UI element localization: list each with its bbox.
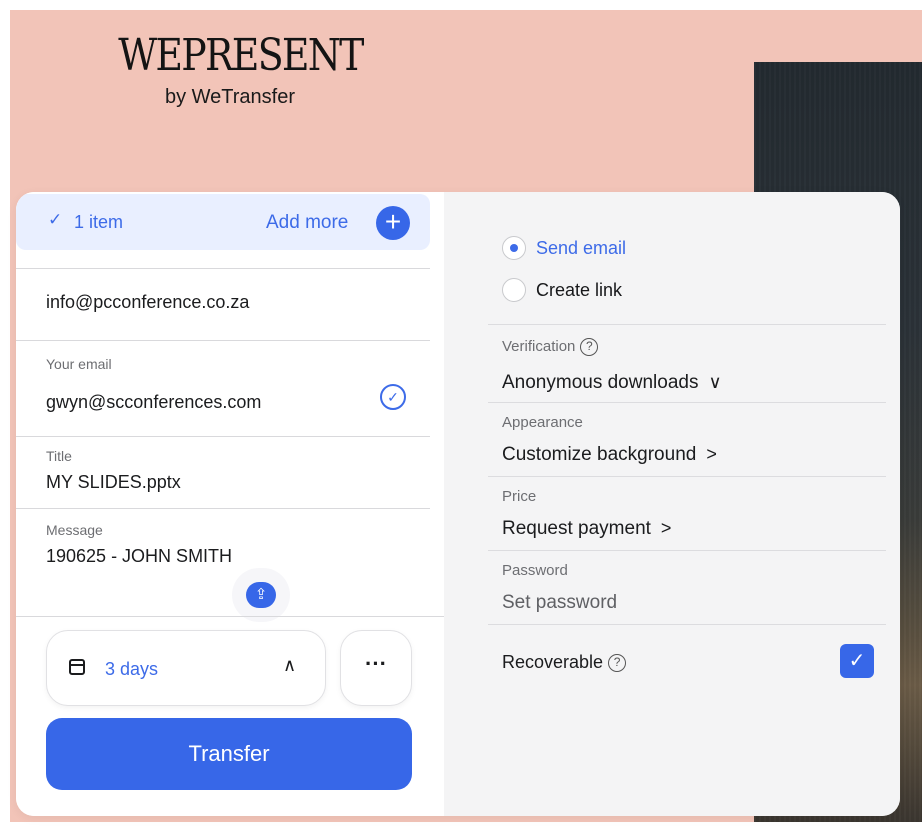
expiry-label: 3 days [105,659,159,679]
divider [488,550,886,551]
chevron-right-icon: > [660,518,672,538]
create-link-radio[interactable] [502,278,526,302]
verification-value: Anonymous downloads [502,372,699,393]
price-value: Request payment [502,518,651,539]
recoverable-checkbox[interactable]: ✓ [840,644,874,678]
customize-background-link[interactable]: Customize background > [502,444,717,466]
request-payment-link[interactable]: Request payment > [502,518,671,540]
divider [16,340,430,341]
divider [488,476,886,477]
divider [488,402,886,403]
transfer-button[interactable]: Transfer [46,718,412,790]
calendar-icon [69,659,85,675]
chevron-right-icon: > [706,444,717,464]
appearance-label: Appearance [502,414,583,431]
items-bar[interactable]: ✓ 1 item Add more + [16,194,430,250]
send-email-radio[interactable] [502,236,526,260]
send-email-label[interactable]: Send email [536,238,626,259]
transfer-options-panel: Send email Create link Verification? Ano… [444,192,900,816]
transfer-card: ✓ 1 item Add more + info@pcconference.co… [16,192,900,816]
items-count[interactable]: 1 item [74,212,123,233]
recoverable-row: Recoverable? [502,652,627,673]
check-icon: ✓ [48,210,63,229]
message-label: Message [46,522,103,538]
help-icon[interactable]: ? [580,338,599,357]
password-label: Password [502,562,568,579]
wepresent-logo[interactable]: WEPRESENT by WeTransfer [100,28,364,109]
help-icon[interactable]: ? [608,654,627,673]
verification-dropdown[interactable]: Anonymous downloads ∨ [502,372,722,394]
verification-label-row: Verification? [502,338,599,357]
add-more-link[interactable]: Add more [266,212,348,234]
divider [16,616,444,617]
create-link-label[interactable]: Create link [536,280,622,301]
your-email-field[interactable]: gwyn@scconferences.com [46,392,261,413]
transfer-form-panel: ✓ 1 item Add more + info@pcconference.co… [16,192,444,816]
verification-label: Verification [502,338,576,355]
divider [16,508,430,509]
divider [488,624,886,625]
divider [16,268,430,269]
recipient-email-field[interactable]: info@pcconference.co.za [46,292,249,313]
password-field[interactable]: Set password [502,592,617,614]
chevron-down-icon: ∨ [708,372,722,392]
logo-wordmark: WEPRESENT [118,30,364,81]
verified-check-icon: ✓ [380,384,406,410]
recoverable-label: Recoverable [502,652,604,672]
title-field[interactable]: MY SLIDES.pptx [46,472,181,493]
divider [16,436,430,437]
your-email-label: Your email [46,356,112,372]
price-label: Price [502,488,537,505]
logo-subtitle: by WeTransfer [164,86,296,108]
chevron-up-icon: ∧ [283,655,297,675]
more-options-button[interactable]: ··· [340,630,412,706]
message-field[interactable]: 190625 - JOHN SMITH [46,546,232,567]
appearance-value: Customize background [502,444,697,465]
expiry-selector[interactable]: 3 days ∧ [46,630,326,706]
divider [488,324,886,325]
title-label: Title [46,448,72,464]
add-more-icon[interactable]: + [376,206,410,240]
upload-arrow-icon[interactable]: ⇪ [246,582,276,608]
